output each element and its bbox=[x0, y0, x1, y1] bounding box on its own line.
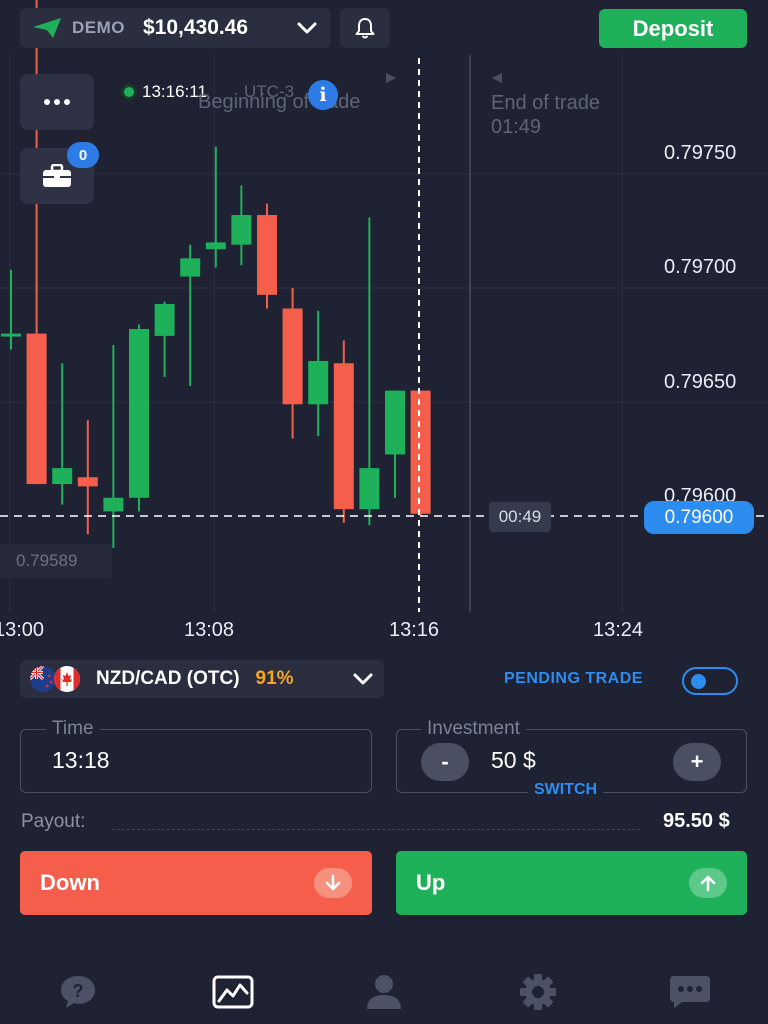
trade-nav-button[interactable] bbox=[211, 970, 255, 1014]
paper-plane-icon bbox=[33, 18, 61, 38]
bullish-candle bbox=[154, 303, 175, 336]
notifications-button[interactable] bbox=[340, 8, 390, 48]
bearish-candle bbox=[282, 308, 303, 405]
investment-value[interactable]: 50 $ bbox=[491, 747, 536, 774]
briefcase-icon bbox=[43, 164, 71, 187]
bearish-candle bbox=[410, 390, 431, 514]
current-price-tag: 0.79600 bbox=[644, 501, 754, 534]
payout-label: Payout: bbox=[21, 811, 86, 832]
arrow-up-icon bbox=[689, 868, 727, 898]
more-dots-icon bbox=[44, 99, 70, 105]
time-label: 13:00 bbox=[0, 619, 45, 641]
live-dot-icon bbox=[124, 87, 134, 97]
profile-icon bbox=[367, 975, 401, 1009]
settings-nav-button[interactable] bbox=[516, 970, 560, 1014]
portfolio-count-badge: 0 bbox=[67, 142, 99, 168]
account-mode: DEMO bbox=[72, 18, 125, 37]
server-clock: 13:16:11 bbox=[124, 82, 207, 102]
arrow-down-icon bbox=[314, 868, 352, 898]
end-of-trade-countdown: 01:49 bbox=[491, 116, 542, 138]
bearish-candle bbox=[333, 363, 354, 510]
chat-nav-button[interactable] bbox=[668, 970, 712, 1014]
help-nav-button[interactable]: ? bbox=[56, 970, 100, 1014]
bullish-candle bbox=[180, 258, 201, 277]
gear-icon bbox=[520, 974, 556, 1010]
down-button-label: Down bbox=[40, 870, 100, 895]
up-button[interactable]: Up bbox=[396, 851, 747, 915]
currency-flags bbox=[30, 665, 86, 693]
chat-icon bbox=[670, 976, 710, 1008]
increase-investment-button[interactable]: + bbox=[673, 743, 721, 781]
time-label: 13:08 bbox=[184, 619, 235, 641]
bullish-candle bbox=[205, 242, 226, 250]
low-price-label: 0.79589 bbox=[0, 544, 112, 578]
payout-divider bbox=[112, 829, 640, 830]
time-label: 13:24 bbox=[593, 619, 644, 641]
more-options-button[interactable] bbox=[20, 74, 94, 130]
end-of-trade-label: End of trade 01:49 bbox=[491, 91, 600, 139]
asset-selector[interactable]: NZD/CAD (OTC) 91% bbox=[20, 660, 384, 698]
profile-nav-button[interactable] bbox=[362, 970, 406, 1014]
toggle-knob bbox=[691, 674, 706, 689]
deposit-button[interactable]: Deposit bbox=[599, 9, 747, 48]
pending-trade-toggle[interactable] bbox=[682, 667, 738, 695]
chevron-down-icon bbox=[352, 672, 374, 686]
time-label: 13:16 bbox=[389, 619, 440, 641]
bullish-candle bbox=[308, 360, 329, 405]
right-arrow-icon bbox=[386, 73, 396, 83]
end-of-trade-text: End of trade bbox=[491, 92, 600, 114]
investment-field-legend: Investment bbox=[421, 718, 526, 740]
price-label: 0.79650 bbox=[664, 371, 737, 393]
bullish-candle bbox=[129, 329, 149, 498]
bearish-candle bbox=[257, 215, 277, 295]
bearish-candle bbox=[26, 333, 47, 485]
pending-trade-label: PENDING TRADE bbox=[504, 670, 643, 687]
bell-icon bbox=[355, 18, 375, 39]
payout-value: 95.50 $ bbox=[663, 810, 730, 832]
up-button-label: Up bbox=[416, 870, 446, 895]
account-balance: $10,430.46 bbox=[143, 16, 249, 39]
down-button[interactable]: Down bbox=[20, 851, 372, 915]
switch-currency-button[interactable]: SWITCH bbox=[528, 781, 604, 799]
bullish-candle bbox=[385, 390, 405, 455]
chart-icon bbox=[212, 975, 254, 1009]
bullish-candle bbox=[359, 468, 380, 510]
left-arrow-icon bbox=[492, 73, 502, 83]
chevron-down-icon bbox=[296, 21, 318, 35]
trade-timer: 00:49 bbox=[489, 502, 551, 532]
info-icon[interactable]: i bbox=[308, 80, 338, 110]
help-icon: ? bbox=[61, 976, 95, 1008]
bullish-candle bbox=[1, 333, 21, 337]
bearish-candle bbox=[77, 477, 98, 487]
new-zealand-flag-icon bbox=[30, 666, 56, 692]
decrease-investment-button[interactable]: - bbox=[421, 743, 469, 781]
time-field-legend: Time bbox=[46, 718, 100, 740]
time-value[interactable]: 13:18 bbox=[52, 747, 110, 774]
svg-text:?: ? bbox=[73, 981, 84, 1001]
canada-flag-icon bbox=[54, 666, 80, 692]
time-field[interactable]: Time 13:18 bbox=[20, 718, 372, 793]
price-label: 0.79750 bbox=[664, 142, 737, 164]
asset-payout-percent: 91% bbox=[255, 668, 294, 689]
account-selector[interactable]: DEMO $10,430.46 bbox=[20, 8, 330, 48]
asset-name: NZD/CAD (OTC) bbox=[96, 668, 240, 689]
timezone-label: UTC-3 bbox=[244, 82, 295, 101]
price-chart[interactable] bbox=[0, 0, 768, 640]
bullish-candle bbox=[231, 215, 252, 245]
bullish-candle bbox=[52, 468, 73, 485]
price-label: 0.79700 bbox=[664, 256, 737, 278]
bullish-candle bbox=[103, 497, 124, 512]
